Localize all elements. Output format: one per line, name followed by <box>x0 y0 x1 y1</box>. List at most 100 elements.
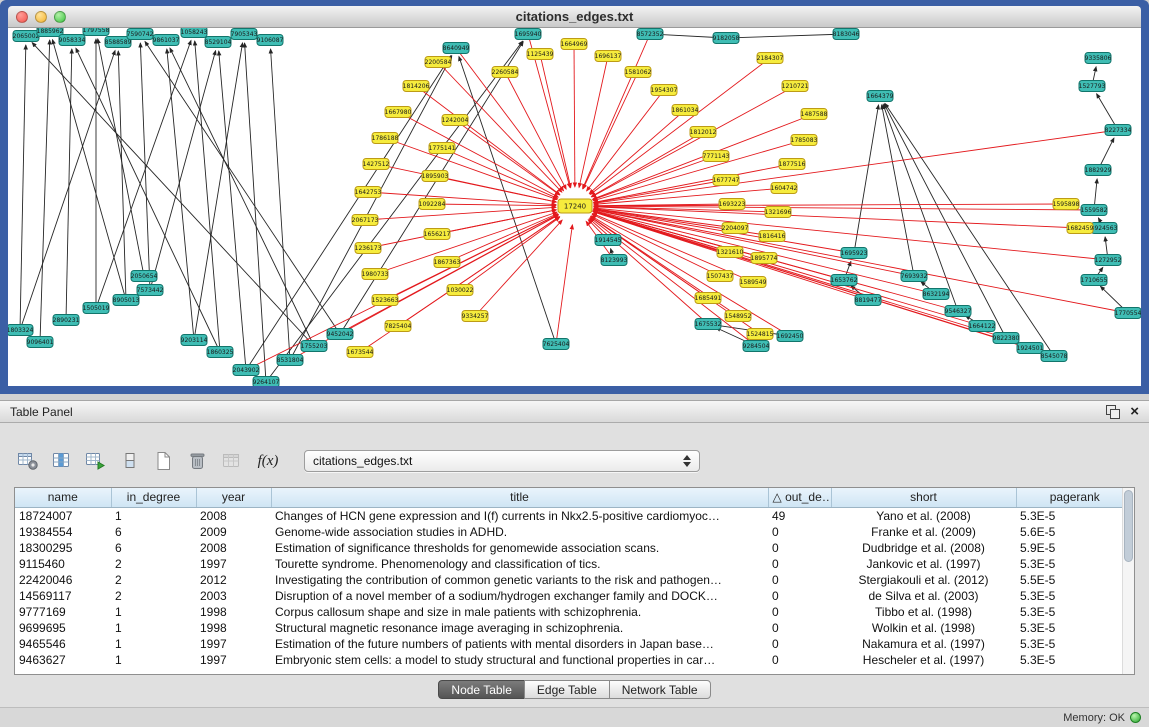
graph-node[interactable]: 1692450 <box>777 331 804 342</box>
graph-node[interactable]: 8529104 <box>205 37 232 48</box>
graph-node[interactable]: 9106087 <box>257 35 284 46</box>
graph-node[interactable]: 8183046 <box>833 29 860 40</box>
graph-node[interactable]: 9335806 <box>1085 53 1112 64</box>
table-row[interactable]: 1872400712008Changes of HCN gene express… <box>15 507 1134 524</box>
graph-node[interactable]: 7693932 <box>901 271 928 282</box>
graph-node[interactable]: 1604742 <box>771 183 798 194</box>
graph-node[interactable]: 1695923 <box>841 248 868 259</box>
graph-node[interactable]: 8227334 <box>1105 125 1132 136</box>
table-row[interactable]: 946554611997Estimation of the future num… <box>15 636 1134 652</box>
graph-node[interactable]: 1030022 <box>447 285 474 296</box>
graph-node[interactable]: 1867363 <box>434 257 461 268</box>
graph-node[interactable]: 2260584 <box>492 67 519 78</box>
graph-node[interactable]: 1814206 <box>403 81 430 92</box>
graph-node[interactable]: 1816416 <box>759 231 786 242</box>
graph-node[interactable]: 1682459 <box>1067 223 1094 234</box>
graph-node[interactable]: 9096401 <box>27 337 54 348</box>
graph-node[interactable]: 9264107 <box>253 377 280 387</box>
graph-node[interactable]: 7590742 <box>127 29 154 40</box>
graph-node[interactable]: 1595898 <box>1053 199 1080 210</box>
graph-node[interactable]: 1980733 <box>362 269 389 280</box>
graph-node[interactable]: 9203114 <box>181 335 208 346</box>
memory-status-icon[interactable] <box>1130 712 1141 723</box>
graph-node[interactable]: 1664379 <box>867 91 894 102</box>
delete-columns-button[interactable] <box>184 448 212 474</box>
graph-node[interactable]: 2184307 <box>757 53 784 64</box>
graph-node[interactable]: 1775141 <box>429 143 456 154</box>
graph-node[interactable]: 1653762 <box>831 275 858 286</box>
minimize-window-button[interactable] <box>35 11 47 23</box>
table-row[interactable]: 2242004622012Investigating the contribut… <box>15 572 1134 588</box>
graph-node[interactable]: 8819477 <box>855 295 882 306</box>
graph-node[interactable]: 1696137 <box>595 51 622 62</box>
graph-node[interactable]: 2200584 <box>425 57 452 68</box>
graph-node[interactable]: 7825404 <box>385 321 412 332</box>
network-canvas-area[interactable]: 2065002188596290583341797558858858975907… <box>8 28 1141 386</box>
graph-node[interactable]: 1755203 <box>301 341 328 352</box>
graph-node[interactable]: 7625404 <box>543 339 570 350</box>
graph-node[interactable]: 1693223 <box>719 199 746 210</box>
graph-node[interactable]: 9334257 <box>462 311 489 322</box>
graph-node[interactable]: 1924501 <box>1017 343 1044 354</box>
merge-tables-button[interactable] <box>218 448 246 474</box>
zoom-window-button[interactable] <box>54 11 66 23</box>
graph-node[interactable]: 1642753 <box>355 187 382 198</box>
graph-node[interactable]: 2050654 <box>131 271 158 282</box>
graph-node[interactable]: 1677747 <box>713 175 740 186</box>
graph-node[interactable]: 1882929 <box>1085 165 1112 176</box>
graph-node[interactable]: 1656217 <box>424 229 451 240</box>
table-scrollbar[interactable] <box>1122 488 1134 674</box>
graph-node[interactable]: 1685491 <box>695 293 722 304</box>
graph-node[interactable]: 1673544 <box>347 347 374 358</box>
graph-node[interactable]: 1770554 <box>1115 308 1141 319</box>
graph-node[interactable]: 1321610 <box>717 247 744 258</box>
table-row[interactable]: 911546021997Tourette syndrome. Phenomeno… <box>15 556 1134 572</box>
graph-node[interactable]: 1125439 <box>527 49 554 60</box>
graph-node[interactable]: 1803324 <box>8 325 34 336</box>
column-header-short[interactable]: short <box>831 488 1016 507</box>
graph-node[interactable]: 1559582 <box>1081 205 1108 216</box>
graph-node[interactable]: 1877516 <box>779 159 806 170</box>
row-options-button[interactable] <box>116 448 144 474</box>
float-panel-icon[interactable] <box>1106 405 1120 419</box>
table-row[interactable]: 969969511998Structural magnetic resonanc… <box>15 620 1134 636</box>
graph-node[interactable]: 1505019 <box>83 303 110 314</box>
graph-node[interactable]: 2204097 <box>722 223 749 234</box>
close-window-button[interactable] <box>16 11 28 23</box>
graph-node[interactable]: 1272952 <box>1095 255 1122 266</box>
graph-node[interactable]: 1548952 <box>725 311 752 322</box>
create-column-button[interactable] <box>150 448 178 474</box>
graph-node[interactable]: 1895774 <box>751 253 778 264</box>
table-row[interactable]: 946362711997Embryonic stem cells: a mode… <box>15 652 1134 668</box>
table-row[interactable]: 977716911998Corpus callosum shape and si… <box>15 604 1134 620</box>
graph-node[interactable]: 1236173 <box>355 243 382 254</box>
graph-node[interactable]: 1664122 <box>969 321 996 332</box>
graph-node[interactable]: 1427512 <box>363 159 390 170</box>
citation-edges-red[interactable] <box>246 34 1128 370</box>
graph-node[interactable]: 2890231 <box>53 315 80 326</box>
node-table[interactable]: name in_degree year title △ out_de… shor… <box>14 487 1135 675</box>
graph-node[interactable]: 8572352 <box>637 29 664 40</box>
graph-node[interactable]: 9058334 <box>59 35 86 46</box>
tab-node-table[interactable]: Node Table <box>438 680 525 699</box>
graph-node[interactable]: 9182058 <box>713 33 740 44</box>
graph-node[interactable]: 1524815 <box>747 329 774 340</box>
graph-node[interactable]: 1507437 <box>707 271 734 282</box>
graph-node[interactable]: 1242004 <box>442 115 469 126</box>
table-options-button[interactable] <box>14 448 42 474</box>
tab-edge-table[interactable]: Edge Table <box>524 680 610 699</box>
column-header-name[interactable]: name <box>15 488 111 507</box>
window-titlebar[interactable]: citations_edges.txt <box>8 6 1141 28</box>
graph-node[interactable]: 9861037 <box>153 35 180 46</box>
graph-node[interactable]: 8924563 <box>1091 223 1118 234</box>
graph-node[interactable]: 1710655 <box>1081 275 1108 286</box>
graph-node[interactable]: 7771143 <box>703 151 730 162</box>
graph-node[interactable]: 1589549 <box>740 277 767 288</box>
table-row[interactable]: 1456911722003Disruption of a novel membe… <box>15 588 1134 604</box>
column-header-in-degree[interactable]: in_degree <box>111 488 196 507</box>
graph-node[interactable]: 1523663 <box>372 295 399 306</box>
tab-network-table[interactable]: Network Table <box>609 680 711 699</box>
network-table-selector[interactable]: citations_edges.txt <box>304 450 700 472</box>
graph-node[interactable]: 8123993 <box>601 255 628 266</box>
column-header-out-degree[interactable]: △ out_de… <box>768 488 831 507</box>
